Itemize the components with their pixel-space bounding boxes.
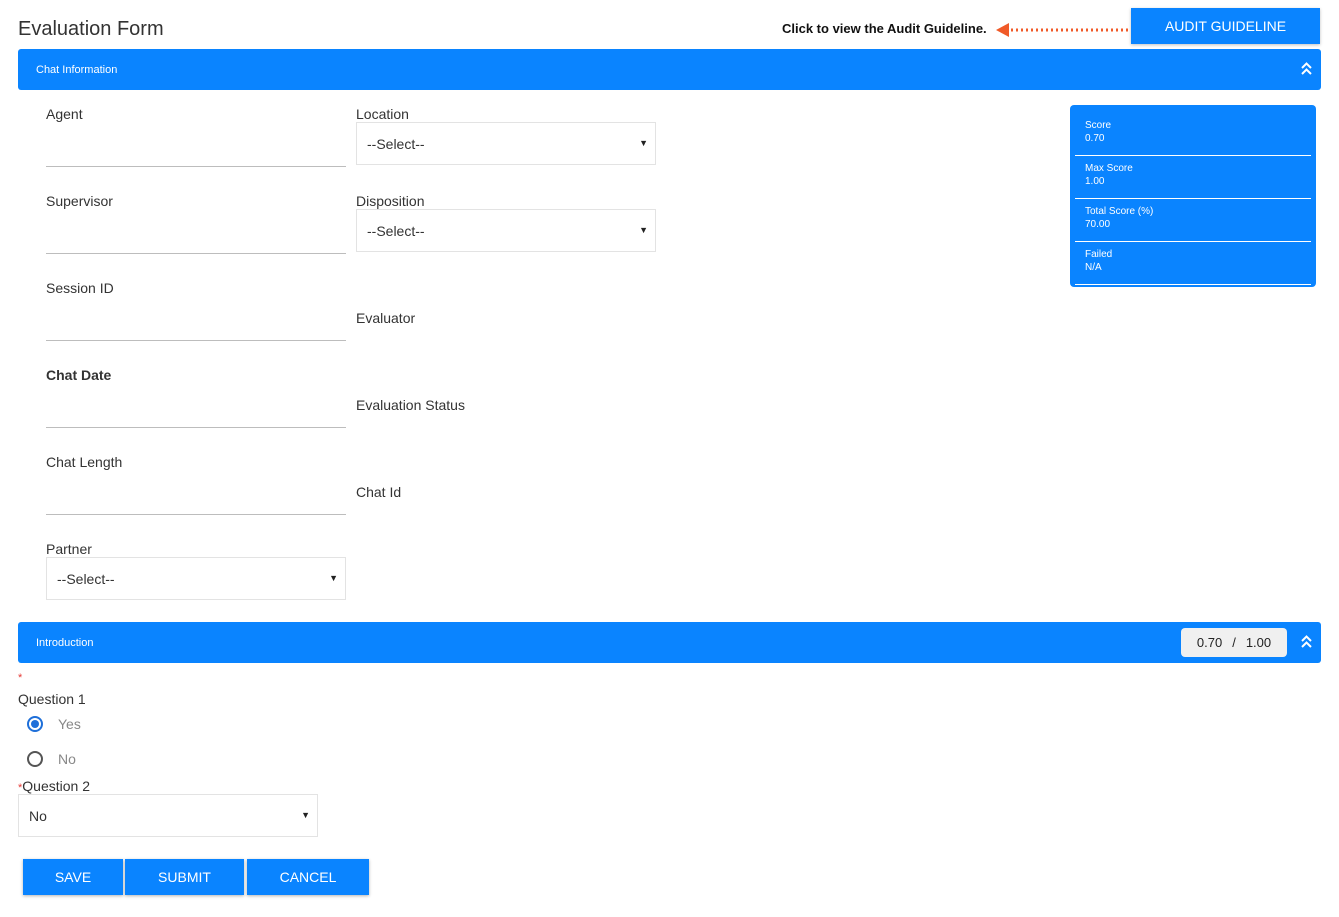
caret-down-icon: ▼ bbox=[639, 225, 648, 235]
agent-label: Agent bbox=[46, 106, 83, 122]
max-score-label: Max Score bbox=[1085, 163, 1133, 174]
session-id-field[interactable] bbox=[46, 340, 346, 341]
score-card: Score 0.70 Max Score 1.00 Total Score (%… bbox=[1070, 105, 1316, 287]
partner-select[interactable]: --Select-- ▼ bbox=[46, 557, 346, 600]
question-1-yes-label[interactable]: Yes bbox=[58, 716, 81, 732]
question-1-no-radio[interactable] bbox=[27, 751, 43, 767]
required-marker: * bbox=[18, 672, 23, 684]
cancel-button[interactable]: CANCEL bbox=[247, 859, 369, 895]
total-score-value: 70.00 bbox=[1085, 219, 1111, 230]
partner-select-value: --Select-- bbox=[57, 570, 115, 587]
supervisor-field[interactable] bbox=[46, 253, 346, 254]
chat-date-label: Chat Date bbox=[46, 367, 112, 383]
question-2-select[interactable]: No ▼ bbox=[18, 794, 318, 837]
partner-label: Partner bbox=[46, 541, 92, 557]
score-value: 0.70 bbox=[1085, 133, 1105, 144]
evaluator-label: Evaluator bbox=[356, 310, 416, 326]
failed-value: N/A bbox=[1085, 262, 1102, 273]
total-score-label: Total Score (%) bbox=[1085, 206, 1154, 217]
location-select[interactable]: --Select-- ▼ bbox=[356, 122, 656, 165]
audit-guideline-button[interactable]: AUDIT GUIDELINE bbox=[1131, 8, 1320, 44]
introduction-header[interactable]: Introduction 0.70 / 1.00 bbox=[18, 622, 1321, 663]
page-title: Evaluation Form bbox=[18, 18, 164, 40]
section-title: Chat Information bbox=[36, 63, 118, 76]
failed-label: Failed bbox=[1085, 249, 1113, 260]
chat-information-header[interactable]: Chat Information bbox=[18, 49, 1321, 90]
audit-guideline-callout: Click to view the Audit Guideline. bbox=[782, 21, 987, 36]
chat-length-label: Chat Length bbox=[46, 454, 123, 470]
location-label: Location bbox=[356, 106, 409, 122]
section-score-badge: 0.70 / 1.00 bbox=[1181, 628, 1287, 657]
failed-row: Failed N/A bbox=[1075, 242, 1311, 285]
submit-button[interactable]: SUBMIT bbox=[125, 859, 244, 895]
total-score-row: Total Score (%) 70.00 bbox=[1075, 199, 1311, 242]
section-max-score: 1.00 bbox=[1245, 635, 1272, 650]
disposition-select-value: --Select-- bbox=[367, 222, 425, 239]
question-1-label: Question 1 bbox=[18, 691, 86, 707]
chat-date-field[interactable] bbox=[46, 427, 346, 428]
caret-down-icon: ▼ bbox=[301, 810, 310, 820]
caret-down-icon: ▼ bbox=[329, 573, 338, 583]
question-2-label-wrap: *Question 2 bbox=[18, 778, 90, 794]
disposition-select[interactable]: --Select-- ▼ bbox=[356, 209, 656, 252]
caret-down-icon: ▼ bbox=[639, 138, 648, 148]
score-separator: / bbox=[1232, 635, 1236, 650]
save-button[interactable]: SAVE bbox=[23, 859, 123, 895]
disposition-label: Disposition bbox=[356, 193, 425, 209]
score-label: Score bbox=[1085, 120, 1112, 131]
agent-field[interactable] bbox=[46, 166, 346, 167]
max-score-value: 1.00 bbox=[1085, 176, 1105, 187]
question-2-select-value: No bbox=[29, 807, 47, 824]
section-title: Introduction bbox=[36, 636, 94, 649]
chat-id-label: Chat Id bbox=[356, 484, 402, 500]
double-chevron-up-icon[interactable] bbox=[1301, 62, 1312, 76]
session-id-label: Session ID bbox=[46, 280, 114, 296]
section-score: 0.70 bbox=[1196, 635, 1223, 650]
max-score-row: Max Score 1.00 bbox=[1075, 156, 1311, 199]
chat-length-field[interactable] bbox=[46, 514, 346, 515]
question-1-no-label[interactable]: No bbox=[58, 751, 76, 767]
double-chevron-up-icon[interactable] bbox=[1301, 635, 1312, 649]
evaluation-status-label: Evaluation Status bbox=[356, 397, 465, 413]
question-1-yes-radio[interactable] bbox=[27, 716, 43, 732]
score-row: Score 0.70 bbox=[1075, 113, 1311, 156]
arrow-left-icon bbox=[996, 23, 1132, 37]
supervisor-label: Supervisor bbox=[46, 193, 113, 209]
question-2-label: Question 2 bbox=[22, 778, 90, 794]
location-select-value: --Select-- bbox=[367, 135, 425, 152]
